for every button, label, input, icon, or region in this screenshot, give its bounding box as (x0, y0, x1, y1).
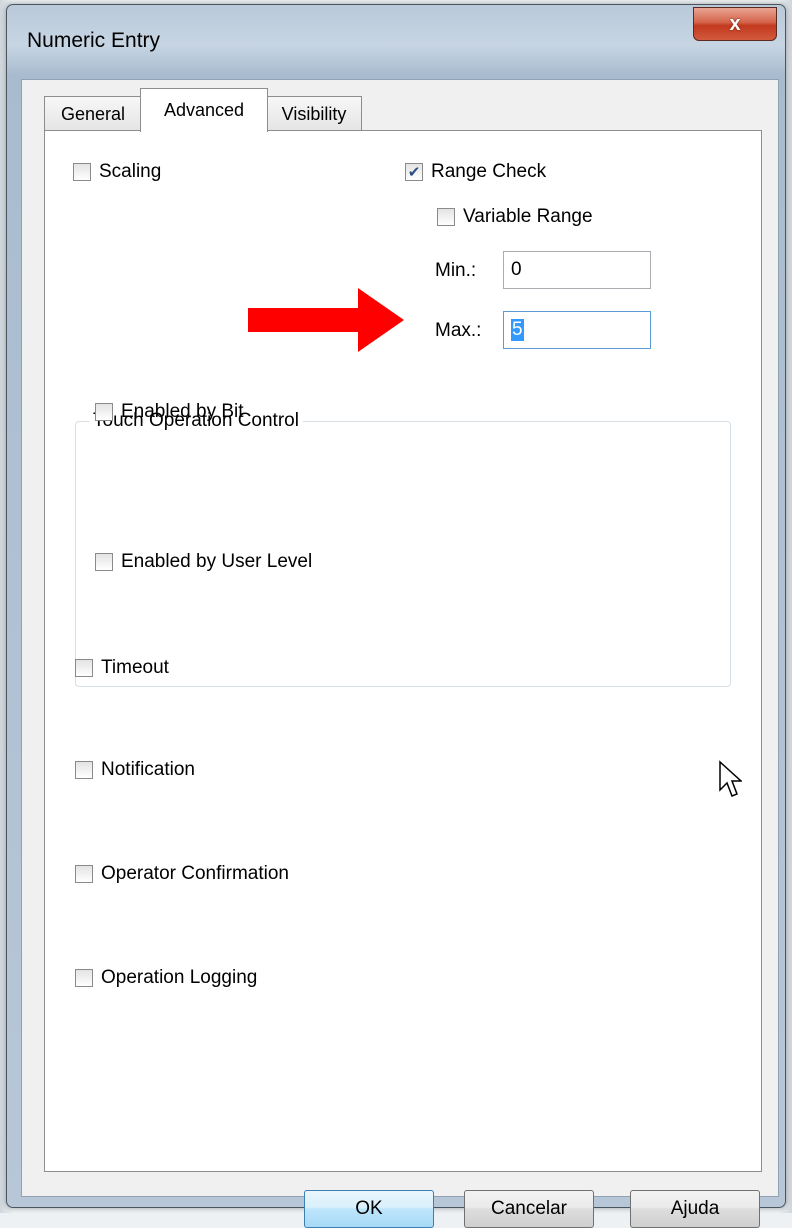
ok-button[interactable]: OK (304, 1190, 434, 1228)
close-icon: x (729, 12, 741, 35)
min-input[interactable]: 0 (503, 251, 651, 289)
dialog-client-area: General Advanced Visibility Scaling ✔ Ra… (21, 79, 779, 1228)
window-title: Numeric Entry (27, 29, 161, 52)
tab-visibility[interactable]: Visibility (266, 96, 362, 132)
enabled-by-user-level-label: Enabled by User Level (121, 551, 313, 572)
enabled-by-bit-checkbox[interactable]: Enabled by Bit (95, 401, 244, 423)
advanced-tab-panel: Scaling ✔ Range Check Variable Range Min… (44, 130, 762, 1172)
ok-button-label: OK (355, 1198, 383, 1219)
operator-confirmation-label: Operator Confirmation (101, 863, 289, 884)
operation-logging-label: Operation Logging (101, 967, 258, 988)
mouse-cursor-icon (719, 760, 742, 797)
notification-label: Notification (101, 759, 195, 780)
tab-general-label: General (60, 104, 126, 124)
tab-visibility-label: Visibility (281, 104, 347, 124)
notification-checkbox[interactable]: Notification (75, 759, 195, 781)
timeout-label: Timeout (101, 657, 169, 678)
tab-general[interactable]: General (44, 96, 142, 132)
max-input[interactable]: 5 (503, 311, 651, 349)
range-check-checkbox[interactable]: ✔ Range Check (405, 161, 546, 183)
operation-logging-checkbox-box[interactable] (75, 969, 93, 987)
cancel-button[interactable]: Cancelar (464, 1190, 594, 1228)
enabled-by-user-level-checkbox-box[interactable] (95, 553, 113, 571)
scaling-checkbox-box[interactable] (73, 163, 91, 181)
red-arrow-icon (248, 288, 404, 352)
close-button[interactable]: x (693, 7, 777, 41)
timeout-checkbox[interactable]: Timeout (75, 657, 169, 679)
enabled-by-bit-label: Enabled by Bit (121, 401, 244, 422)
variable-range-label: Variable Range (463, 206, 593, 227)
operator-confirmation-checkbox[interactable]: Operator Confirmation (75, 863, 289, 885)
checkmark-icon: ✔ (407, 163, 421, 181)
operator-confirmation-checkbox-box[interactable] (75, 865, 93, 883)
enabled-by-bit-checkbox-box[interactable] (95, 403, 113, 421)
operation-logging-checkbox[interactable]: Operation Logging (75, 967, 257, 989)
scaling-label: Scaling (99, 161, 162, 182)
variable-range-checkbox-box[interactable] (437, 208, 455, 226)
cancel-button-label: Cancelar (490, 1198, 568, 1219)
min-label: Min.: (435, 260, 477, 281)
range-check-label: Range Check (431, 161, 547, 182)
variable-range-checkbox[interactable]: Variable Range (437, 206, 593, 228)
tab-advanced-label: Advanced (163, 100, 245, 120)
max-input-value: 5 (511, 319, 524, 341)
min-input-value: 0 (511, 259, 522, 280)
scaling-checkbox[interactable]: Scaling (73, 161, 161, 183)
enabled-by-user-level-checkbox[interactable]: Enabled by User Level (95, 551, 312, 573)
dialog-window: Numeric Entry x General Advanced Visibil… (6, 4, 786, 1228)
help-button-label: Ajuda (670, 1198, 720, 1219)
range-check-checkbox-box[interactable]: ✔ (405, 163, 423, 181)
notification-checkbox-box[interactable] (75, 761, 93, 779)
timeout-checkbox-box[interactable] (75, 659, 93, 677)
tab-advanced[interactable]: Advanced (140, 88, 268, 132)
help-button[interactable]: Ajuda (630, 1190, 760, 1228)
max-label: Max.: (435, 320, 482, 341)
